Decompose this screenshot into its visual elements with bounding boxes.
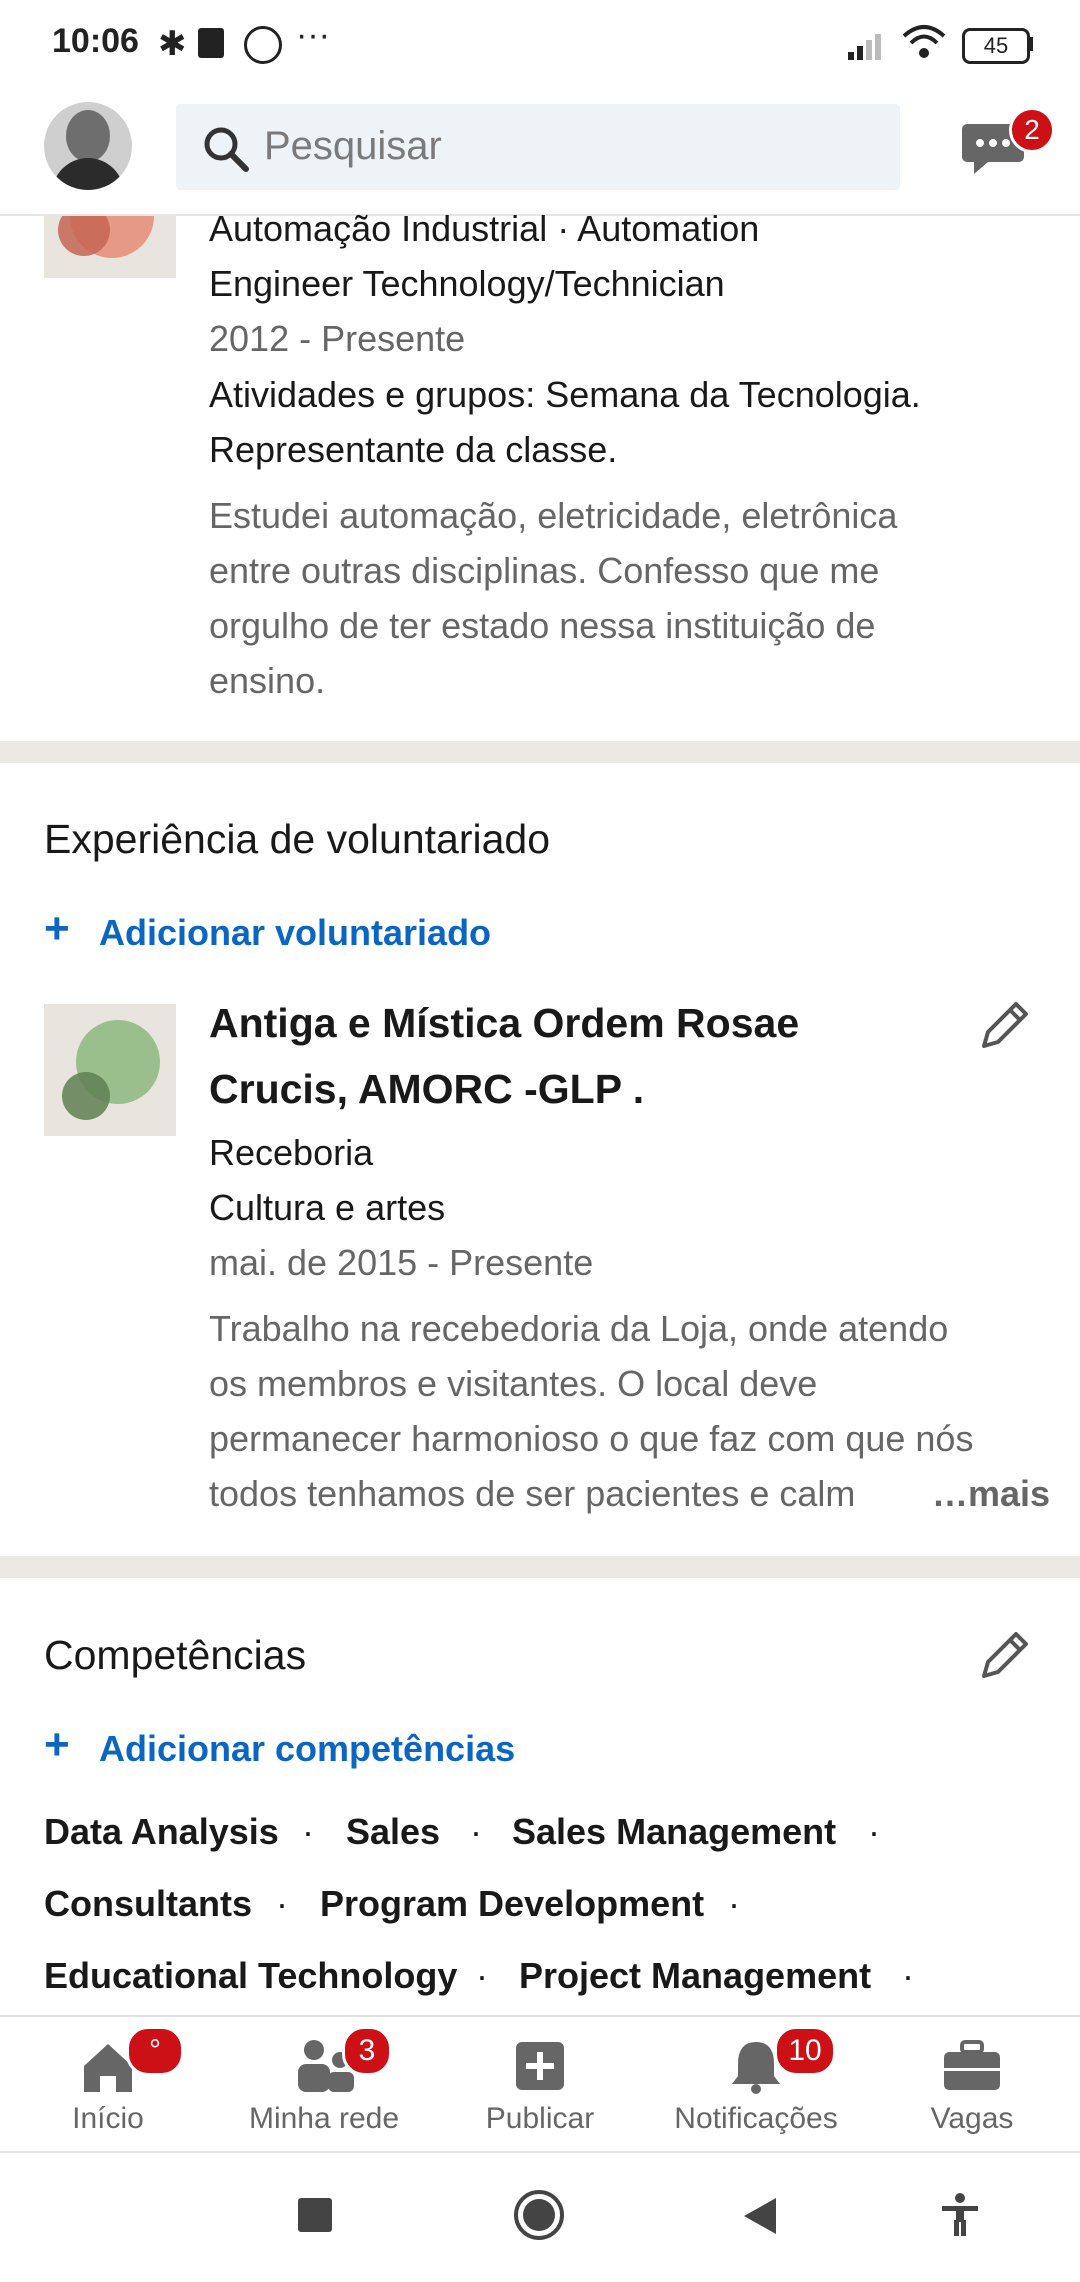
edit-pencil-icon[interactable] [976,1628,1032,1684]
trash-icon [198,28,224,58]
status-time: 10:06 [52,22,139,60]
back-button[interactable] [742,2196,778,2236]
accessibility-icon[interactable] [940,2192,980,2238]
skill-item[interactable]: Data Analysis [44,1811,279,1853]
recents-button[interactable] [298,2198,332,2232]
signal-icon [848,34,881,60]
education-field-line1: Automação Industrial · Automation [209,208,760,249]
volunteer-dates: mai. de 2015 - Presente [209,1242,594,1283]
more-notifications-icon: ··· [296,16,330,54]
skill-separator: · [302,1811,314,1852]
education-activities-line1: Atividades e grupos: Semana da Tecnologi… [209,374,921,415]
nav-post-label: Publicar [485,2102,595,2135]
organization-name-line1[interactable]: Antiga e Mística Ordem Rosae [209,1000,799,1047]
nav-notifications-label: Notificações [674,2102,838,2135]
volunteer-description-line4: todos tenhamos de ser pacientes e calm [209,1473,856,1514]
home-badge: ° [126,2026,184,2076]
section-divider [0,741,1080,763]
education-description-line1: Estudei automação, eletricidade, eletrôn… [209,495,898,536]
nav-my-network-label: Minha rede [248,2102,400,2135]
education-description-line3: orgulho de ter estado nessa instituição … [209,605,876,646]
volunteer-section-title: Experiência de voluntariado [44,816,550,862]
volunteer-role: Receboria [209,1132,374,1173]
search-icon [204,127,249,172]
volunteer-cause: Cultura e artes [209,1187,446,1228]
skill-item[interactable]: Consultants [44,1883,252,1925]
skill-item[interactable]: Program Development [320,1883,704,1925]
education-field-line2: Engineer Technology/Technician [209,263,725,304]
home-button[interactable] [514,2190,564,2240]
skill-separator: · [276,1883,288,1924]
skills-section-title: Competências [44,1632,307,1678]
school-logo [44,216,176,278]
skill-separator: · [470,1811,482,1852]
bluetooth-icon: ✱ [158,25,187,63]
volunteer-description-line2: os membros e visitantes. O local deve [209,1363,818,1404]
volunteer-description-line1: Trabalho na recebedoria da Loja, onde at… [209,1308,949,1349]
skill-item[interactable]: Project Management [519,1955,871,1997]
briefcase-icon [944,2040,1000,2090]
post-plus-icon [516,2042,564,2090]
skill-separator: · [868,1811,880,1852]
organization-name-line2[interactable]: Crucis, AMORC -GLP . [209,1066,644,1113]
search-placeholder: Pesquisar [264,124,442,168]
skill-item[interactable]: Educational Technology [44,1955,457,1997]
organization-logo [44,1004,176,1136]
section-divider [0,1556,1080,1578]
skill-item[interactable]: Sales Management [512,1811,836,1853]
education-description-line4: ensino. [209,660,326,701]
plus-icon[interactable]: + [44,1720,70,1770]
wifi-icon [902,25,946,58]
see-more-link[interactable]: …mais [926,1473,1051,1515]
battery-icon: 45 [962,28,1030,64]
plus-icon[interactable]: + [44,904,70,954]
add-volunteer-button[interactable]: Adicionar voluntariado [99,912,491,954]
education-activities-line2: Representante da classe. [209,429,618,470]
skill-separator: · [902,1955,914,1996]
notifications-badge: 10 [774,2026,836,2076]
nav-home-label: Início [72,2102,144,2135]
skill-separator: · [476,1955,488,1996]
skill-separator: · [728,1883,740,1924]
nav-jobs-label: Vagas [930,2102,1014,2135]
my-network-badge: 3 [342,2026,392,2076]
add-skills-button[interactable]: Adicionar competências [99,1728,515,1770]
whatsapp-icon [244,26,282,64]
education-dates: 2012 - Presente [209,318,466,359]
volunteer-description-line3: permanecer harmonioso o que faz com que … [209,1418,974,1459]
messaging-badge: 2 [1009,107,1055,153]
education-description-line2: entre outras disciplinas. Confesso que m… [209,550,880,591]
battery-tip [1028,37,1033,51]
edit-pencil-icon[interactable] [976,998,1032,1054]
avatar[interactable] [44,102,132,190]
skill-item[interactable]: Sales [346,1811,440,1853]
